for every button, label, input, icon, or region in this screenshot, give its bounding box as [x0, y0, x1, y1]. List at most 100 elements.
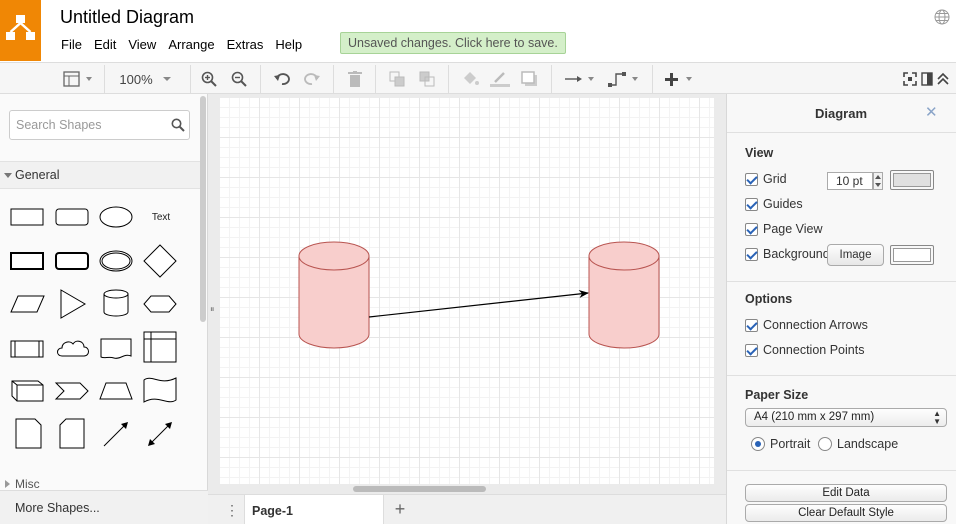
- canvas-horizontal-scrollbar[interactable]: [353, 486, 486, 492]
- zoom-dropdown[interactable]: 100%: [116, 68, 178, 90]
- page-tab-label: Page-1: [252, 504, 293, 518]
- landscape-radio[interactable]: [818, 437, 832, 451]
- connection-icon[interactable]: [562, 68, 598, 90]
- cylinder-shape-2[interactable]: [588, 241, 660, 349]
- paper-size-section-title: Paper Size: [745, 388, 809, 402]
- background-image-button[interactable]: Image: [827, 244, 884, 266]
- shape-document[interactable]: [100, 338, 132, 359]
- shape-tape[interactable]: [143, 377, 177, 403]
- grid-label: Grid: [763, 172, 787, 186]
- search-box: [9, 110, 190, 140]
- menu-file[interactable]: File: [55, 35, 88, 54]
- shape-bold-rounded-rectangle[interactable]: [55, 252, 89, 270]
- to-front-icon[interactable]: [387, 68, 407, 90]
- shape-rounded-rectangle[interactable]: [55, 208, 89, 226]
- pages-menu-icon[interactable]: ⋮: [218, 501, 246, 521]
- paper-size-select[interactable]: A4 (210 mm x 297 mm) ▲ ▼: [745, 408, 947, 427]
- waypoints-icon[interactable]: [606, 68, 642, 90]
- search-shapes-input[interactable]: [16, 117, 166, 133]
- menu-arrange[interactable]: Arrange: [162, 35, 220, 54]
- to-back-icon[interactable]: [417, 68, 437, 90]
- checkbox-checked[interactable]: [745, 173, 758, 186]
- add-page-icon[interactable]: +: [388, 499, 412, 521]
- shape-trapezoid[interactable]: [99, 382, 133, 400]
- menu-help[interactable]: Help: [269, 35, 308, 54]
- edit-data-button[interactable]: Edit Data: [745, 484, 947, 502]
- canvas-area[interactable]: ⏸: [208, 94, 735, 494]
- sidebar-resize-handle[interactable]: ⏸: [210, 304, 215, 315]
- checkbox-checked[interactable]: [745, 248, 758, 261]
- delete-icon[interactable]: [345, 68, 365, 90]
- shape-cloud[interactable]: [57, 340, 89, 357]
- shape-arrow-line[interactable]: [103, 422, 128, 447]
- shape-step[interactable]: [54, 382, 89, 400]
- grid-size-field[interactable]: 10 pt: [827, 172, 873, 190]
- connector-arrow[interactable]: [368, 290, 589, 318]
- format-panel-title: Diagram: [814, 106, 868, 121]
- shadow-icon[interactable]: [519, 68, 541, 90]
- zoom-in-icon[interactable]: [199, 68, 219, 90]
- shape-bold-rectangle[interactable]: [10, 252, 44, 270]
- connection-arrows-label: Connection Arrows: [763, 318, 868, 332]
- more-shapes-button[interactable]: More Shapes...: [0, 490, 208, 524]
- menu-edit[interactable]: Edit: [88, 35, 122, 54]
- fill-color-icon[interactable]: [459, 68, 481, 90]
- shape-card[interactable]: [59, 418, 85, 449]
- close-icon[interactable]: ✕: [925, 103, 938, 121]
- redo-icon[interactable]: [302, 68, 322, 90]
- general-section-label: General: [15, 168, 60, 182]
- connection-points-label: Connection Points: [763, 343, 865, 357]
- grid-color-swatch[interactable]: [890, 170, 934, 190]
- fullscreen-icon[interactable]: [902, 68, 918, 90]
- shape-hexagon[interactable]: [143, 295, 177, 313]
- shape-parallelogram[interactable]: [10, 295, 45, 313]
- portrait-radio[interactable]: [751, 437, 765, 451]
- grid-size-stepper[interactable]: [873, 172, 883, 190]
- sidebar-scrollbar[interactable]: [200, 96, 206, 322]
- format-panel-icon[interactable]: [920, 68, 934, 90]
- shape-text[interactable]: Text: [146, 212, 176, 223]
- more-shapes-label: More Shapes...: [15, 501, 100, 515]
- undo-icon[interactable]: [272, 68, 292, 90]
- shape-rectangle[interactable]: [10, 208, 44, 226]
- app-logo[interactable]: [0, 0, 41, 61]
- zoom-level: 100%: [119, 71, 153, 87]
- menu-extras[interactable]: Extras: [221, 35, 270, 54]
- shape-double-ellipse[interactable]: [99, 250, 133, 272]
- unsaved-changes-button[interactable]: Unsaved changes. Click here to save.: [340, 32, 566, 54]
- misc-section-header[interactable]: Misc: [0, 475, 198, 489]
- checkbox-checked[interactable]: [745, 223, 758, 236]
- clear-default-style-button[interactable]: Clear Default Style: [745, 504, 947, 522]
- language-globe-icon[interactable]: [934, 9, 950, 28]
- document-title[interactable]: Untitled Diagram: [60, 7, 194, 28]
- shape-rhombus[interactable]: [143, 244, 177, 278]
- zoom-out-icon[interactable]: [229, 68, 249, 90]
- shape-bidirectional-arrow[interactable]: [148, 422, 172, 446]
- page-tabs-bar: ⋮ Page-1 +: [208, 494, 726, 524]
- checkbox-checked[interactable]: [745, 198, 758, 211]
- shape-cylinder[interactable]: [103, 289, 129, 317]
- checkbox-checked[interactable]: [745, 319, 758, 332]
- diagram-page[interactable]: [220, 98, 735, 494]
- menu-view[interactable]: View: [122, 35, 162, 54]
- shape-note[interactable]: [15, 418, 42, 449]
- insert-icon[interactable]: [663, 68, 697, 90]
- general-section-header[interactable]: General: [0, 161, 200, 189]
- search-icon[interactable]: [171, 118, 185, 135]
- shape-ellipse[interactable]: [99, 206, 133, 228]
- landscape-label: Landscape: [837, 437, 899, 451]
- checkbox-checked[interactable]: [745, 344, 758, 357]
- shape-cube[interactable]: [11, 380, 44, 402]
- line-color-icon[interactable]: [489, 68, 511, 90]
- chevron-down-icon: [4, 173, 12, 178]
- collapse-icon[interactable]: [936, 68, 950, 90]
- app-window: Untitled Diagram File Edit View Arrange …: [0, 0, 956, 524]
- shape-process[interactable]: [10, 340, 44, 358]
- menu-bar: File Edit View Arrange Extras Help: [55, 35, 308, 54]
- background-color-swatch[interactable]: [890, 245, 934, 265]
- page-view-icon[interactable]: [60, 68, 96, 90]
- shape-internal-storage[interactable]: [143, 331, 177, 363]
- cylinder-shape-1[interactable]: [298, 241, 370, 349]
- shape-triangle[interactable]: [60, 289, 86, 319]
- tab-page-1[interactable]: Page-1: [244, 495, 384, 524]
